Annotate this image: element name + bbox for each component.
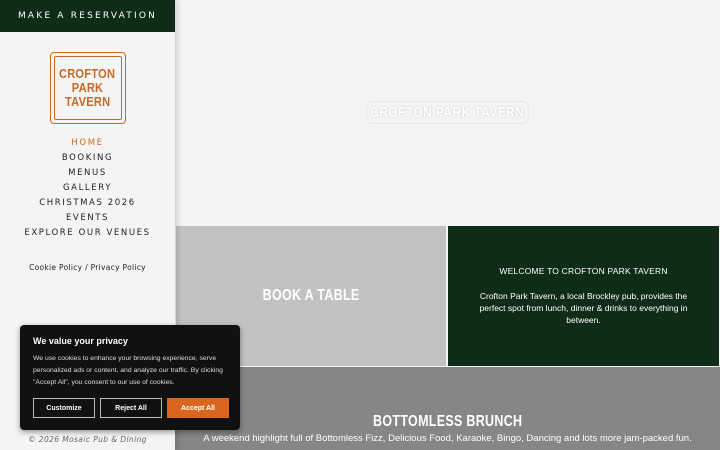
brunch-title: BOTTOMLESS BRUNCH (372, 413, 523, 430)
cookie-buttons: Customize Reject All Accept All (33, 398, 229, 418)
accept-all-button[interactable]: Accept All (167, 398, 229, 418)
nav-item-booking[interactable]: BOOKING (0, 151, 175, 166)
nav-item-home[interactable]: HOME (0, 136, 175, 151)
crofton-park-tavern-logo: CROFTON PARK TAVERN (49, 52, 126, 124)
main-nav: HOME BOOKING MENUS GALLERY CHRISTMAS 202… (0, 136, 175, 241)
hero-title: CROFTON PARK TAVERN (366, 101, 529, 124)
reject-all-button[interactable]: Reject All (100, 398, 162, 418)
brunch-text: A weekend highlight full of Bottomless F… (203, 433, 692, 444)
bottomless-brunch-tile[interactable]: BOTTOMLESS BRUNCH A weekend highlight fu… (175, 367, 720, 450)
nav-item-menus[interactable]: MENUS (0, 166, 175, 181)
hero-banner: CROFTON PARK TAVERN (175, 0, 720, 225)
nav-item-gallery[interactable]: GALLERY (0, 181, 175, 196)
logo-line-1: CROFTON (59, 66, 116, 81)
customize-button[interactable]: Customize (33, 398, 95, 418)
nav-item-christmas[interactable]: CHRISTMAS 2026 (0, 196, 175, 211)
welcome-title: WELCOME TO CROFTON PARK TAVERN (499, 266, 668, 276)
make-reservation-button[interactable]: MAKE A RESERVATION (0, 0, 175, 32)
logo-link[interactable]: CROFTON PARK TAVERN (0, 52, 175, 124)
welcome-panel: WELCOME TO CROFTON PARK TAVERN Crofton P… (448, 226, 719, 366)
logo-line-2: PARK (71, 80, 104, 95)
cookie-title: We value your privacy (33, 336, 128, 346)
nav-item-explore-venues[interactable]: EXPLORE OUR VENUES (0, 226, 175, 241)
logo-line-3: TAVERN (64, 94, 111, 109)
cookie-text: We use cookies to enhance your browsing … (33, 355, 223, 386)
policy-links[interactable]: Cookie Policy / Privacy Policy (0, 263, 175, 272)
cookie-consent-banner: We value your privacy We use cookies to … (20, 325, 240, 430)
book-a-table-title: BOOK A TABLE (262, 287, 360, 304)
nav-item-events[interactable]: EVENTS (0, 211, 175, 226)
copyright: © 2026 Mosaic Pub & Dining (28, 435, 147, 444)
welcome-text: Crofton Park Tavern, a local Brockley pu… (479, 291, 688, 325)
